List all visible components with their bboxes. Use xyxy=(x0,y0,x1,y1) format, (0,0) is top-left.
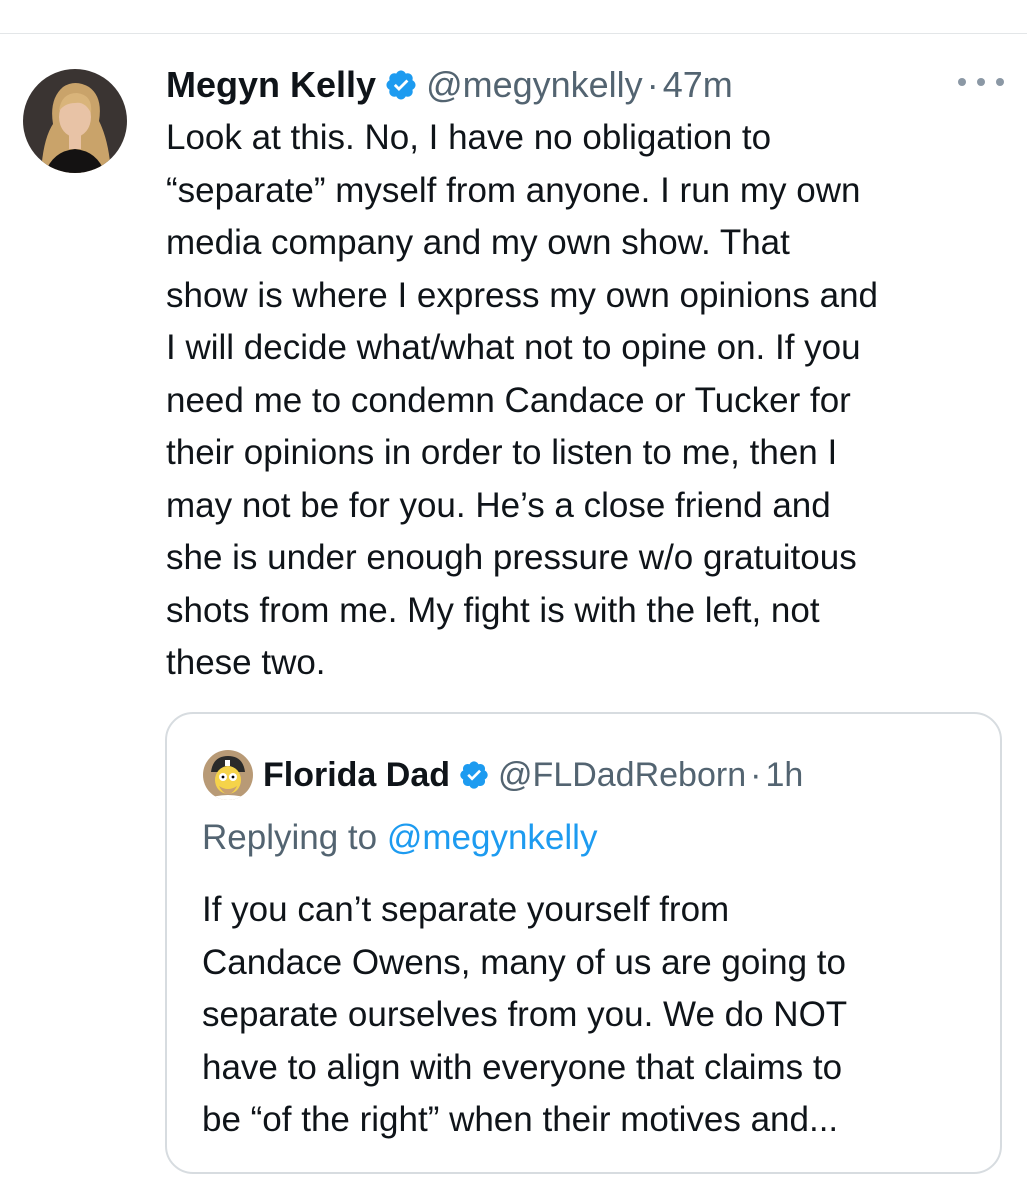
tweet-text: Look at this. No, I have no obligation t… xyxy=(166,112,1011,690)
quoted-tweet-card[interactable]: Florida Dad @FLDadReborn · 1h Replying t… xyxy=(165,712,1002,1174)
quoted-text-line: have to align with everyone that claims … xyxy=(202,1047,843,1087)
tweet-text-line: show is where I express my own opinions … xyxy=(166,275,879,315)
tweet-text-line: “separate” myself from anyone. I run my … xyxy=(166,170,861,210)
tweet-text-line: she is under enough pressure w/o gratuit… xyxy=(166,538,857,577)
author-avatar[interactable] xyxy=(23,69,127,173)
separator-dot: · xyxy=(750,755,762,794)
separator-dot: · xyxy=(646,64,659,105)
quoted-text-line: If you can’t separate yourself from xyxy=(202,890,730,929)
tweet-header: Megyn Kelly @megynkelly · 47m xyxy=(166,60,733,110)
quoted-author-name[interactable]: Florida Dad xyxy=(263,756,450,795)
tweet-text-line: their opinions in order to listen to me,… xyxy=(166,433,838,472)
tweet-text-line: need me to condemn Candace or Tucker for xyxy=(166,380,851,420)
quoted-text-line: separate ourselves from you. We do NOT xyxy=(202,995,848,1034)
quoted-author-handle[interactable]: @FLDadReborn xyxy=(498,756,746,795)
quoted-text-line: Candace Owens, many of us are going to xyxy=(202,942,846,982)
top-divider xyxy=(0,33,1027,34)
author-name[interactable]: Megyn Kelly xyxy=(166,64,376,106)
replying-to: Replying to @megynkelly xyxy=(202,818,597,858)
quoted-author-photo xyxy=(203,750,253,800)
tweet-text-line: media company and my own show. That xyxy=(166,223,790,262)
quoted-tweet-header: Florida Dad @FLDadReborn · 1h xyxy=(263,750,803,800)
author-photo xyxy=(23,69,127,173)
replying-to-label: Replying to xyxy=(202,818,378,857)
tweet-text-line: Look at this. No, I have no obligation t… xyxy=(166,118,772,157)
quoted-tweet-text: If you can’t separate yourself from Cand… xyxy=(202,884,992,1147)
quoted-text-line: be “of the right” when their motives and… xyxy=(202,1100,839,1139)
tweet-text-line: shots from me. My fight is with the left… xyxy=(166,590,820,630)
tweet-text-line: I will decide what/what not to opine on.… xyxy=(166,328,861,367)
tweet-text-line: these two. xyxy=(166,643,326,682)
tweet-time[interactable]: 47m xyxy=(663,64,733,106)
tweet-text-line: may not be for you. He’s a close friend … xyxy=(166,485,831,525)
verified-badge-icon xyxy=(384,68,418,102)
replying-to-mention-link[interactable]: @megynkelly xyxy=(387,818,598,857)
verified-badge-icon xyxy=(458,759,490,791)
more-horizontal-icon[interactable] xyxy=(958,70,1004,94)
quoted-tweet-time[interactable]: 1h xyxy=(765,756,803,795)
author-handle[interactable]: @megynkelly xyxy=(426,64,643,106)
quoted-author-avatar[interactable] xyxy=(203,750,253,800)
